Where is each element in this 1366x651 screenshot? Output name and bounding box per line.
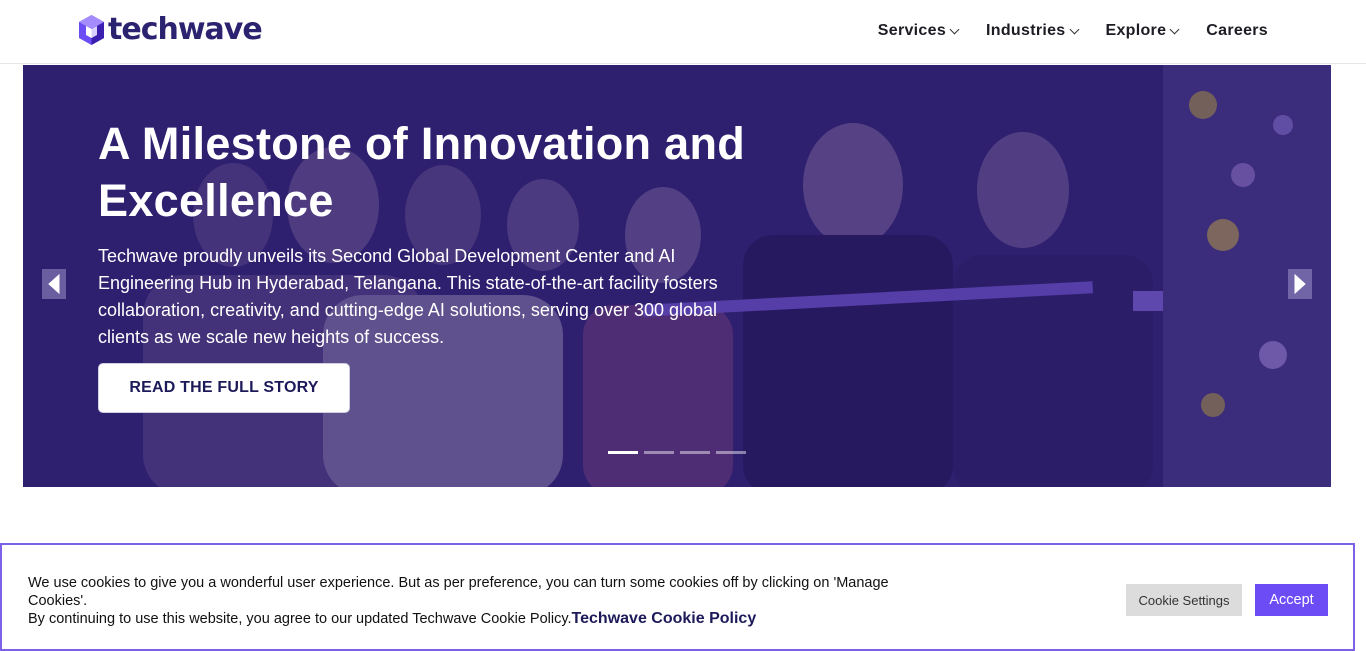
cookie-message-line2-text: By continuing to use this website, you a… xyxy=(28,611,572,627)
logo-wordmark: techwave xyxy=(108,12,263,47)
cookie-message-line1: We use cookies to give you a wonderful u… xyxy=(28,575,889,609)
chevron-left-icon xyxy=(48,274,60,294)
carousel-indicators xyxy=(608,451,752,454)
nav-item-label: Services xyxy=(877,22,947,39)
cookie-message: We use cookies to give you a wonderful u… xyxy=(28,574,928,628)
hero-description: Techwave proudly unveils its Second Glob… xyxy=(98,246,718,347)
site-header: techwave Services Industries Explore Car… xyxy=(0,0,1366,64)
nav-item-industries[interactable]: Industries xyxy=(986,22,1079,40)
cookie-settings-button[interactable]: Cookie Settings xyxy=(1126,584,1242,616)
read-full-story-button[interactable]: READ THE FULL STORY xyxy=(98,363,350,413)
accept-cookies-button[interactable]: Accept xyxy=(1255,584,1328,616)
techwave-logo[interactable]: techwave xyxy=(78,12,263,47)
carousel-dot-3[interactable] xyxy=(680,451,710,454)
chevron-down-icon xyxy=(949,24,960,34)
nav-item-services[interactable]: Services xyxy=(877,22,960,40)
cookie-consent-bar: We use cookies to give you a wonderful u… xyxy=(0,543,1355,651)
cookie-message-line2: By continuing to use this website, you a… xyxy=(28,610,928,628)
carousel-dot-2[interactable] xyxy=(644,451,674,454)
nav-item-explore[interactable]: Explore xyxy=(1105,22,1180,40)
carousel-next-button[interactable] xyxy=(1288,269,1312,299)
carousel-dot-1[interactable] xyxy=(608,451,638,454)
main-navigation: Services Industries Explore Careers xyxy=(850,22,1268,40)
carousel-dot-4[interactable] xyxy=(716,451,746,454)
nav-item-careers[interactable]: Careers xyxy=(1206,22,1268,40)
nav-item-label: Careers xyxy=(1206,22,1268,39)
chevron-down-icon xyxy=(1069,24,1079,34)
hero-title: A Milestone of Innovation and Excellence xyxy=(98,118,746,226)
nav-item-label: Industries xyxy=(986,22,1066,39)
nav-item-label: Explore xyxy=(1105,22,1167,39)
chevron-right-icon xyxy=(1294,274,1306,294)
logo-hexagon-icon xyxy=(79,15,104,45)
carousel-prev-button[interactable] xyxy=(42,269,66,299)
cookie-policy-link[interactable]: Techwave Cookie Policy xyxy=(572,610,757,627)
hero-content: A Milestone of Innovation and Excellence… xyxy=(98,115,778,351)
hero-carousel: A Milestone of Innovation and Excellence… xyxy=(23,65,1331,487)
chevron-down-icon xyxy=(1169,24,1180,34)
